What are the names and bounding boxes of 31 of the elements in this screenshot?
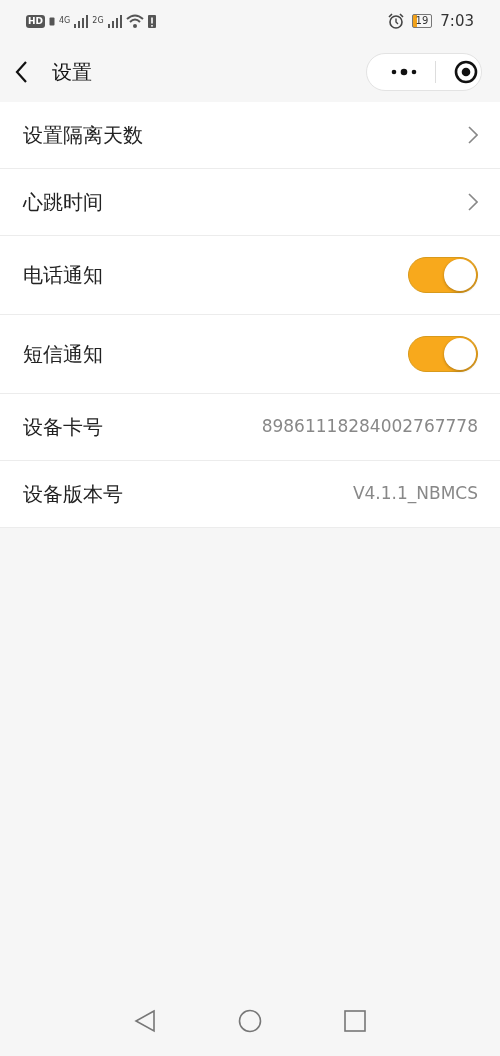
hd-badge: HD xyxy=(26,14,45,28)
network-label: 2G xyxy=(92,17,104,25)
more-icon[interactable] xyxy=(391,68,417,76)
row-label: 心跳时间 xyxy=(23,189,103,216)
toggle-switch[interactable] xyxy=(408,336,478,372)
home-nav-icon[interactable] xyxy=(238,1009,262,1033)
row-value: 89861118284002767778 xyxy=(261,415,478,439)
signal-icon xyxy=(74,14,89,28)
signal-icon xyxy=(107,14,122,28)
sim-icon xyxy=(49,16,55,26)
chevron-right-icon xyxy=(468,193,478,211)
battery-alert-icon xyxy=(147,14,156,28)
row-label: 设备卡号 xyxy=(23,414,103,441)
recents-nav-icon[interactable] xyxy=(344,1010,366,1032)
chevron-right-icon xyxy=(468,126,478,144)
back-icon[interactable] xyxy=(14,60,28,84)
back-nav-icon[interactable] xyxy=(134,1009,156,1033)
wifi-icon xyxy=(125,14,144,28)
row-label: 设备版本号 xyxy=(23,481,123,508)
row-label: 短信通知 xyxy=(23,341,103,368)
row-value: V4.1.1_NBMCS xyxy=(352,482,478,506)
network-label: 4G xyxy=(59,17,71,25)
alarm-icon xyxy=(387,13,404,29)
toggle-switch[interactable] xyxy=(408,257,478,293)
row-label: 设置隔离天数 xyxy=(23,122,143,149)
settings-row[interactable]: 设置隔离天数 xyxy=(0,102,500,169)
page-title: 设置 xyxy=(52,59,92,86)
settings-row[interactable]: 心跳时间 xyxy=(0,169,500,236)
close-icon[interactable] xyxy=(454,60,478,84)
row-label: 电话通知 xyxy=(23,262,103,289)
status-time: 7:03 xyxy=(440,10,474,32)
